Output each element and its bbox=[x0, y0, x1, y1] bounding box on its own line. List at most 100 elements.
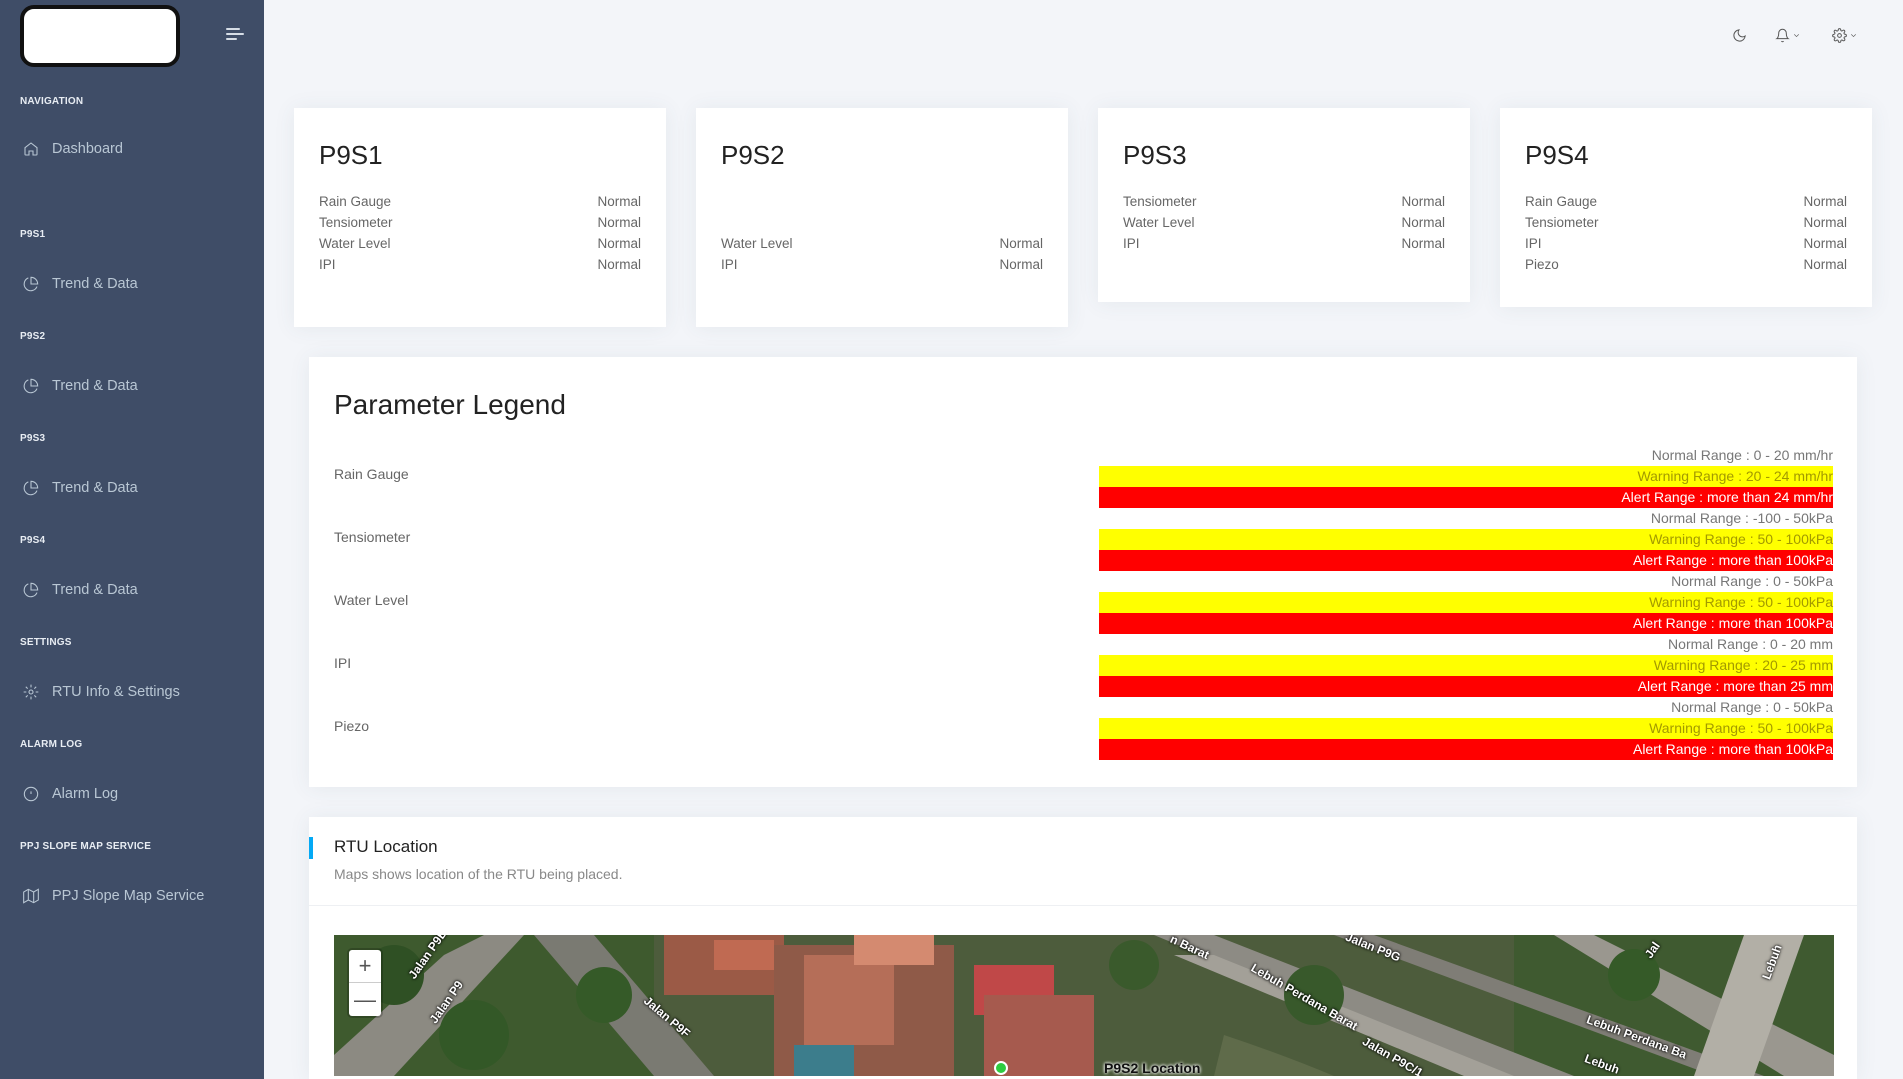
nav-caption: P9S2 bbox=[20, 331, 46, 342]
param-label: Water Level bbox=[721, 236, 793, 251]
gear-icon bbox=[20, 683, 42, 701]
param-label: Rain Gauge bbox=[1525, 194, 1598, 209]
location-subtitle: Maps shows location of the RTU being pla… bbox=[334, 866, 623, 882]
status-value: Normal bbox=[1803, 257, 1847, 272]
status-value: Normal bbox=[597, 236, 641, 251]
status-row: Water Level Normal bbox=[721, 236, 1043, 257]
sidebar-item-label: Dashboard bbox=[52, 141, 123, 157]
sidebar-item-trend-data-4[interactable]: Trend & Data bbox=[20, 574, 250, 606]
status-row: IPI Normal bbox=[1525, 236, 1847, 257]
station-title: P9S3 bbox=[1123, 140, 1187, 170]
map-marker-label[interactable]: P9S2 Location bbox=[1104, 1060, 1200, 1076]
param-label: Water Level bbox=[1123, 215, 1195, 230]
zoom-in-button[interactable]: + bbox=[349, 950, 381, 983]
status-value: Normal bbox=[1803, 194, 1847, 209]
rtu-location-card: RTU Location Maps shows location of the … bbox=[309, 817, 1857, 1079]
accent-bar bbox=[309, 837, 313, 859]
divider bbox=[309, 905, 1857, 906]
status-row: IPI Normal bbox=[721, 257, 1043, 278]
param-label: Tensiometer bbox=[1525, 215, 1599, 230]
station-title: P9S4 bbox=[1525, 140, 1589, 170]
legend-warning-range: Warning Range : 20 - 24 mm/hr bbox=[1099, 466, 1833, 487]
sidebar-item-alarm-log-6[interactable]: Alarm Log bbox=[20, 778, 250, 810]
legend-alert-range: Alert Range : more than 100kPa bbox=[1099, 739, 1833, 760]
nav-caption: NAVIGATION bbox=[20, 96, 84, 107]
nav-caption: P9S3 bbox=[20, 433, 46, 444]
legend-alert-range: Alert Range : more than 100kPa bbox=[1099, 550, 1833, 571]
status-row: Tensiometer Normal bbox=[1123, 194, 1445, 215]
sidebar-item-label: Alarm Log bbox=[52, 786, 119, 802]
sidebar-item-ppj-slope-map-service-7[interactable]: PPJ Slope Map Service bbox=[20, 880, 250, 912]
param-label: IPI bbox=[319, 257, 336, 272]
map-imagery bbox=[334, 935, 1834, 1076]
status-row: Rain Gauge Normal bbox=[319, 194, 641, 215]
sidebar-item-label: Trend & Data bbox=[52, 480, 138, 496]
station-card-p9s1: P9S1 Rain Gauge Normal Tensiometer Normal … bbox=[294, 108, 666, 327]
sidebar-item-label: RTU Info & Settings bbox=[52, 684, 180, 700]
status-value: Normal bbox=[597, 194, 641, 209]
parameter-legend-card: Parameter Legend Rain Gauge Normal Range … bbox=[309, 357, 1857, 787]
station-card-p9s3: P9S3 Tensiometer Normal Water Level Normal… bbox=[1098, 108, 1470, 302]
pie-chart-icon bbox=[20, 581, 42, 599]
sidebar-item-dashboard-0[interactable]: Dashboard bbox=[20, 133, 250, 165]
legend-warning-range: Warning Range : 50 - 100kPa bbox=[1099, 718, 1833, 739]
status-value: Normal bbox=[1401, 236, 1445, 251]
moon-icon[interactable] bbox=[1732, 24, 1747, 46]
zoom-control: + — bbox=[349, 950, 381, 1016]
sidebar-item-trend-data-3[interactable]: Trend & Data bbox=[20, 472, 250, 504]
bell-icon bbox=[1775, 28, 1790, 42]
satellite-map[interactable]: + — Jalan P9B Jalan P9 Jalan P9F n Barat… bbox=[334, 935, 1834, 1076]
status-value: Normal bbox=[597, 257, 641, 272]
legend-param-name: Piezo bbox=[334, 718, 370, 734]
nav-caption: SETTINGS bbox=[20, 637, 72, 648]
nav-caption: ALARM LOG bbox=[20, 739, 83, 750]
sidebar-item-label: Trend & Data bbox=[52, 582, 138, 598]
legend-param-name: Rain Gauge bbox=[334, 466, 409, 482]
home-icon bbox=[20, 140, 42, 158]
status-value: Normal bbox=[1401, 194, 1445, 209]
legend-normal-range: Normal Range : 0 - 20 mm/hr bbox=[1651, 447, 1833, 463]
nav-caption: P9S1 bbox=[20, 229, 46, 240]
status-row: Rain Gauge Normal bbox=[1525, 194, 1847, 215]
legend-normal-range: Normal Range : 0 - 50kPa bbox=[1671, 573, 1833, 589]
legend-warning-range: Warning Range : 50 - 100kPa bbox=[1099, 592, 1833, 613]
chevron-down-icon bbox=[1851, 33, 1856, 37]
logo[interactable] bbox=[20, 5, 180, 67]
status-row: Water Level Normal bbox=[1123, 215, 1445, 236]
menu-toggle-icon[interactable] bbox=[226, 28, 244, 42]
status-row: Water Level Normal bbox=[319, 236, 641, 257]
status-value: Normal bbox=[999, 236, 1043, 251]
status-value: Normal bbox=[597, 215, 641, 230]
legend-param-name: Tensiometer bbox=[334, 529, 411, 545]
chevron-down-icon bbox=[1794, 33, 1799, 37]
status-value: Normal bbox=[1401, 215, 1445, 230]
sidebar-item-trend-data-2[interactable]: Trend & Data bbox=[20, 370, 250, 402]
legend-normal-range: Normal Range : 0 - 50kPa bbox=[1671, 699, 1833, 715]
nav-caption: P9S4 bbox=[20, 535, 46, 546]
notifications-dropdown[interactable] bbox=[1775, 24, 1801, 46]
station-title: P9S2 bbox=[721, 140, 785, 170]
zoom-out-button[interactable]: — bbox=[349, 983, 381, 1016]
sidebar-item-rtu-info-settings-5[interactable]: RTU Info & Settings bbox=[20, 676, 250, 708]
legend-title: Parameter Legend bbox=[334, 389, 566, 420]
legend-param-name: IPI bbox=[334, 655, 352, 671]
legend-warning-range: Warning Range : 20 - 25 mm bbox=[1099, 655, 1833, 676]
status-row: IPI Normal bbox=[1123, 236, 1445, 257]
legend-normal-range: Normal Range : -100 - 50kPa bbox=[1650, 510, 1833, 526]
station-card-p9s4: P9S4 Rain Gauge Normal Tensiometer Normal … bbox=[1500, 108, 1872, 307]
station-card-p9s2: P9S2 Water Level Normal IPI Normal bbox=[696, 108, 1068, 327]
legend-alert-range: Alert Range : more than 100kPa bbox=[1099, 613, 1833, 634]
status-row: Piezo Normal bbox=[1525, 257, 1847, 278]
legend-alert-range: Alert Range : more than 25 mm bbox=[1099, 676, 1833, 697]
map-icon bbox=[20, 887, 42, 905]
status-row: Tensiometer Normal bbox=[319, 215, 641, 236]
station-title: P9S1 bbox=[319, 140, 383, 170]
sidebar-item-trend-data-1[interactable]: Trend & Data bbox=[20, 268, 250, 300]
legend-param-name: Water Level bbox=[334, 592, 409, 608]
location-title: RTU Location bbox=[334, 837, 438, 856]
pie-chart-icon bbox=[20, 377, 42, 395]
pie-chart-icon bbox=[20, 479, 42, 497]
settings-dropdown[interactable] bbox=[1832, 24, 1858, 46]
param-label: IPI bbox=[1525, 236, 1542, 251]
param-label: Rain Gauge bbox=[319, 194, 392, 209]
